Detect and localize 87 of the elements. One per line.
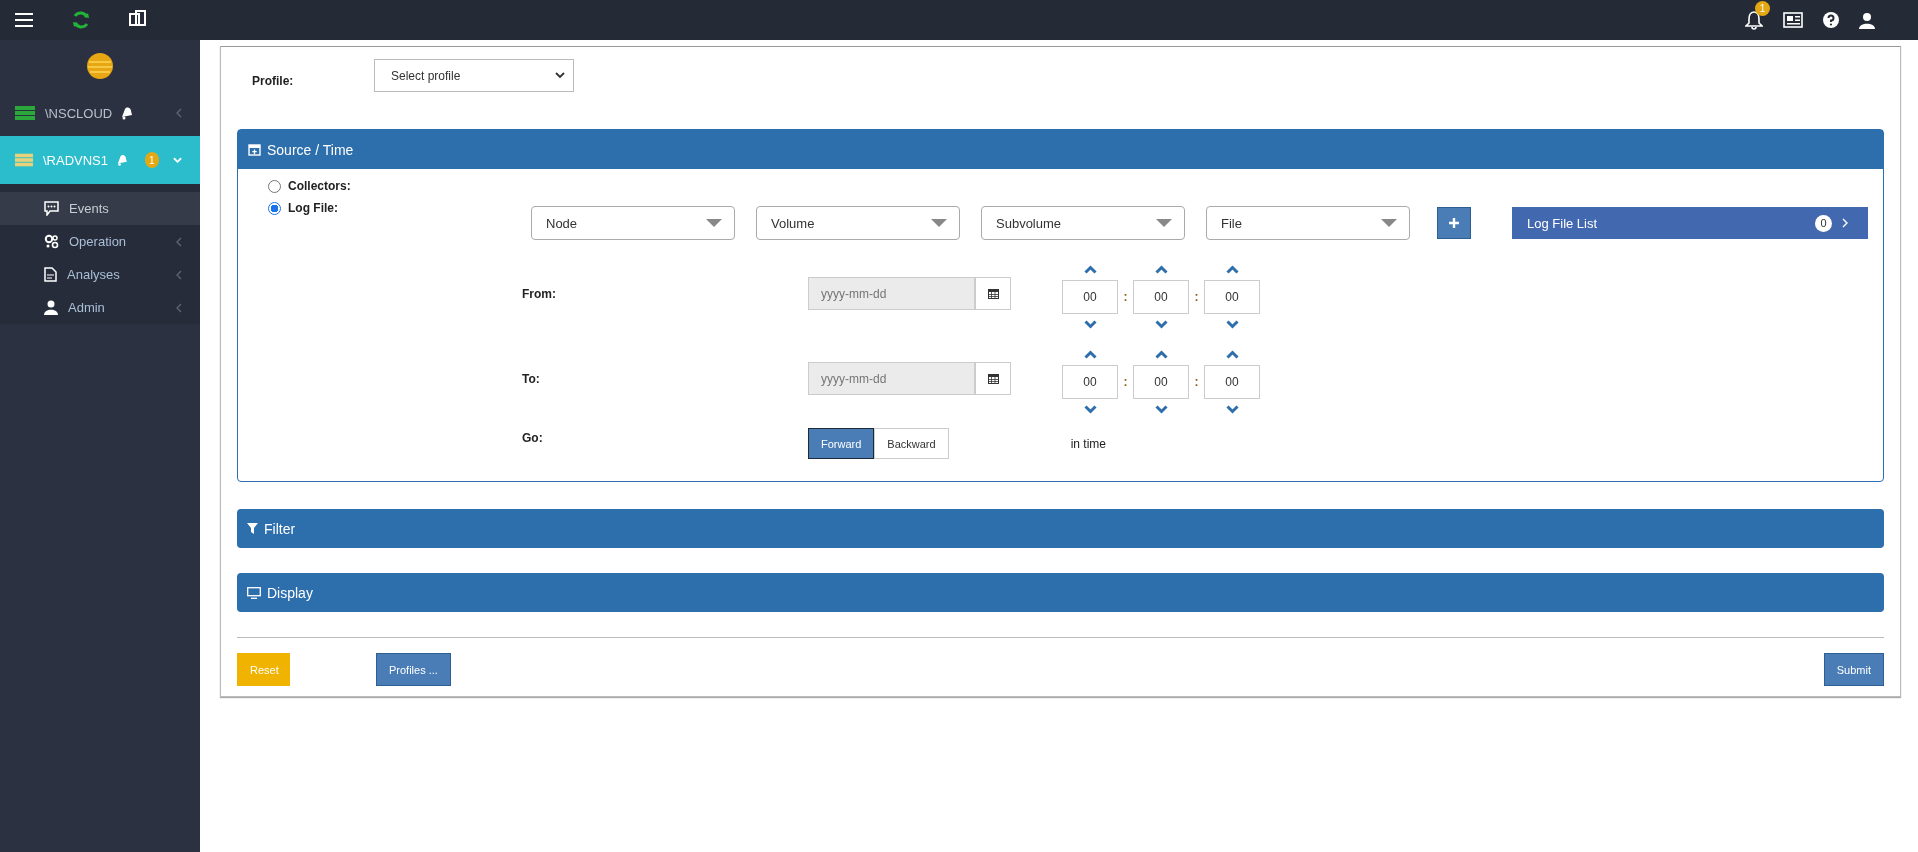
newspaper-icon[interactable] <box>1783 12 1803 28</box>
bell-icon <box>116 153 129 167</box>
monitor-icon <box>247 586 261 599</box>
bell-icon[interactable] <box>1745 10 1763 30</box>
chevron-left-icon <box>176 108 182 118</box>
dropdown-select[interactable]: Subvolume <box>981 206 1185 240</box>
user-icon[interactable] <box>1859 11 1875 29</box>
sidebar-menu-item[interactable]: Events <box>0 192 200 225</box>
filter-icon <box>247 523 258 534</box>
sidebar-menu-item[interactable]: Admin <box>0 291 200 324</box>
dropdown-select[interactable]: Volume <box>756 206 960 240</box>
calendar-icon <box>987 373 999 384</box>
direction-toggle-button[interactable]: Backward <box>874 428 949 459</box>
radio-label: Log File: <box>288 201 338 215</box>
radio-button[interactable] <box>268 179 281 193</box>
chevron-up-icon[interactable] <box>1154 265 1168 274</box>
radio-label: Collectors: <box>288 179 351 193</box>
chevron-down-icon[interactable] <box>1083 320 1097 329</box>
radio-button[interactable] <box>268 201 281 215</box>
server-node-item[interactable]: \NSCLOUD <box>0 90 200 136</box>
collapsible-section-header[interactable]: Filter <box>237 509 1884 548</box>
calendar-button[interactable] <box>975 362 1011 395</box>
add-button[interactable] <box>1437 207 1471 239</box>
refresh-icon[interactable] <box>71 10 91 30</box>
chevron-right-icon <box>1842 218 1848 228</box>
time-field[interactable]: 00 <box>1062 280 1118 314</box>
server-rack-icon <box>15 153 33 167</box>
dropdown-select[interactable]: File <box>1206 206 1410 240</box>
chevron-up-icon[interactable] <box>1225 350 1239 359</box>
chevron-down-icon[interactable] <box>1225 405 1239 414</box>
caret-down-icon <box>1381 219 1397 227</box>
time-separator: : <box>1193 375 1200 389</box>
time-field[interactable]: 00 <box>1062 365 1118 399</box>
footer-button[interactable]: Profiles ... <box>376 653 451 686</box>
chevron-up-icon[interactable] <box>1225 265 1239 274</box>
menu-icon[interactable] <box>15 12 33 28</box>
time-separator: : <box>1122 290 1129 304</box>
chevron-down-icon <box>555 72 565 79</box>
direction-toggle-button[interactable]: Forward <box>808 428 875 459</box>
help-icon[interactable] <box>1823 12 1839 28</box>
chevron-left-icon <box>176 302 182 313</box>
profile-label: Profile: <box>251 73 295 88</box>
chevron-left-icon <box>176 236 182 247</box>
caret-down-icon <box>1156 219 1172 227</box>
dropdown-select[interactable]: Node <box>531 206 735 240</box>
time-field[interactable]: 00 <box>1133 280 1189 314</box>
notification-badge: 1 <box>1755 1 1770 16</box>
calendar-button[interactable] <box>975 277 1011 310</box>
count-badge: 0 <box>1815 214 1832 232</box>
collapsible-section-header[interactable]: Display <box>237 573 1884 612</box>
sidebar-menu-item[interactable]: Analyses <box>0 258 200 291</box>
time-field[interactable]: 00 <box>1204 280 1260 314</box>
chevron-up-icon[interactable] <box>1083 350 1097 359</box>
chevron-down-icon[interactable] <box>1083 405 1097 414</box>
submit-button[interactable]: Submit <box>1823 653 1884 686</box>
user-icon <box>44 300 58 315</box>
profile-select[interactable]: Select profile <box>374 59 574 92</box>
in-time-label: in time <box>1070 436 1106 451</box>
chevron-left-icon <box>176 269 182 280</box>
chevron-up-icon[interactable] <box>1154 350 1168 359</box>
globe-logo-icon <box>86 52 114 80</box>
time-separator: : <box>1122 375 1129 389</box>
calendar-plus-icon <box>248 143 261 156</box>
document-icon <box>44 267 57 282</box>
plus-icon <box>1449 218 1459 228</box>
source-time-header[interactable]: Source / Time <box>238 130 1883 169</box>
range-label: From: <box>522 286 557 301</box>
log-file-list-bar[interactable]: Log File List 0 <box>1512 207 1868 239</box>
gears-icon <box>44 234 59 249</box>
server-rack-icon <box>15 106 35 120</box>
go-label: Go: <box>522 430 544 445</box>
chevron-down-icon <box>173 156 182 164</box>
chevron-down-icon[interactable] <box>1154 405 1168 414</box>
chevron-up-icon[interactable] <box>1083 265 1097 274</box>
time-field[interactable]: 00 <box>1133 365 1189 399</box>
sidebar-menu-item[interactable]: Operation <box>0 225 200 258</box>
chat-bubble-icon <box>44 201 59 216</box>
time-field[interactable]: 00 <box>1204 365 1260 399</box>
chevron-down-icon[interactable] <box>1154 320 1168 329</box>
chevron-down-icon[interactable] <box>1225 320 1239 329</box>
caret-down-icon <box>931 219 947 227</box>
calendar-icon <box>987 288 999 299</box>
caret-down-icon <box>706 219 722 227</box>
time-separator: : <box>1193 290 1200 304</box>
alert-count-badge: 1 <box>144 152 159 168</box>
range-label: To: <box>522 371 541 386</box>
bell-icon <box>120 106 135 120</box>
